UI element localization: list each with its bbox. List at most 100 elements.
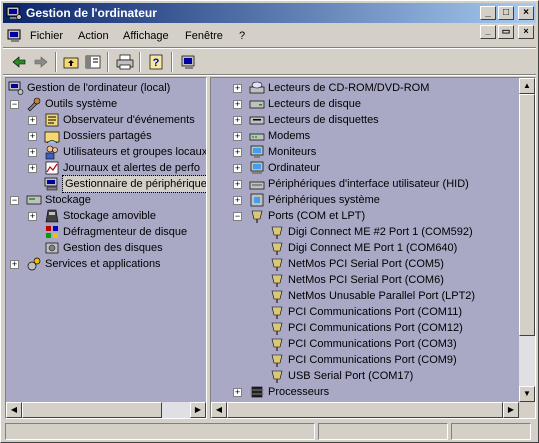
expand-icon[interactable]: +	[233, 148, 242, 157]
tree-item[interactable]: + Moniteurs	[211, 144, 535, 160]
scroll-right-button[interactable]: ▶	[503, 402, 519, 418]
mdi-restore-button[interactable]: ▭	[498, 25, 514, 39]
tree-item[interactable]: + Périphériques système	[211, 192, 535, 208]
help-icon[interactable]: ?	[147, 52, 167, 72]
tree-item[interactable]: + Services et applications	[6, 256, 206, 272]
device-tree-item-label: Ports (COM et LPT)	[268, 210, 366, 222]
left-tree-item-label: Utilisateurs et groupes locaux	[63, 146, 207, 158]
tree-item[interactable]: + Lecteurs de disque	[211, 96, 535, 112]
mdi-minimize-button[interactable]: _	[480, 25, 496, 39]
forward-icon[interactable]	[31, 52, 51, 72]
properties-icon[interactable]	[179, 52, 199, 72]
menu-help[interactable]: ?	[239, 30, 245, 42]
expand-icon[interactable]: +	[233, 100, 242, 109]
scroll-thumb[interactable]	[227, 402, 503, 418]
tree-item[interactable]: + Observateur d'événements	[6, 112, 206, 128]
tree-item[interactable]: Digi Connect ME Port 1 (COM640)	[211, 240, 535, 256]
port-icon	[271, 274, 283, 287]
scroll-right-button[interactable]: ▶	[190, 402, 206, 418]
tree-item[interactable]: + Lecteurs de CD-ROM/DVD-ROM	[211, 80, 535, 96]
tree-item[interactable]: Gestion de l'ordinateur (local)	[6, 80, 206, 96]
menu-fenetre[interactable]: Fenêtre	[185, 30, 223, 42]
right-horizontal-scrollbar[interactable]: ◀ ▶	[211, 402, 519, 418]
tree-item[interactable]: Gestion des disques	[6, 240, 206, 256]
expand-icon[interactable]: +	[233, 164, 242, 173]
tree-item[interactable]: + Stockage amovible	[6, 208, 206, 224]
expand-icon[interactable]: +	[233, 116, 242, 125]
tree-item[interactable]: NetMos PCI Serial Port (COM6)	[211, 272, 535, 288]
menu-action[interactable]: Action	[78, 30, 109, 42]
device-tree-item-label: Lecteurs de disque	[268, 98, 361, 110]
tree-item[interactable]: + Utilisateurs et groupes locaux	[6, 144, 206, 160]
show-hide-tree-icon[interactable]	[83, 52, 103, 72]
expand-icon[interactable]: +	[233, 180, 242, 189]
expand-icon[interactable]: +	[28, 116, 37, 125]
mdi-close-button[interactable]: ×	[518, 25, 534, 39]
modem-icon	[249, 133, 265, 141]
expand-icon[interactable]: +	[233, 196, 242, 205]
menu-fichier[interactable]: Fichier	[30, 30, 63, 42]
left-tree-item-label: Gestionnaire de périphérique	[62, 175, 207, 193]
scroll-thumb[interactable]	[519, 94, 535, 336]
collapse-icon[interactable]: −	[233, 212, 242, 221]
device-tree-item-label: NetMos PCI Serial Port (COM5)	[288, 258, 444, 270]
expand-icon[interactable]: +	[10, 260, 19, 269]
expand-icon[interactable]: +	[28, 164, 37, 173]
tree-item[interactable]: − Outils système	[6, 96, 206, 112]
device-manager-icon	[44, 177, 58, 191]
tree-item[interactable]: NetMos PCI Serial Port (COM5)	[211, 256, 535, 272]
close-button[interactable]: ×	[518, 6, 534, 20]
tree-item[interactable]: − Stockage	[6, 192, 206, 208]
expand-icon[interactable]: +	[233, 388, 242, 397]
expand-icon[interactable]: +	[28, 132, 37, 141]
scroll-left-button[interactable]: ◀	[6, 402, 22, 418]
expand-icon[interactable]: +	[233, 132, 242, 141]
device-tree-pane[interactable]: + Lecteurs de CD-ROM/DVD-ROM + Lecteurs de …	[210, 77, 536, 419]
tree-item[interactable]: + Processeurs	[211, 384, 535, 400]
tree-item[interactable]: + Dossiers partagés	[6, 128, 206, 144]
console-tree-pane[interactable]: Gestion de l'ordinateur (local) − Outils s…	[5, 77, 207, 419]
tree-item[interactable]: NetMos Unusable Parallel Port (LPT2)	[211, 288, 535, 304]
tree-item[interactable]: + Modems	[211, 128, 535, 144]
up-folder-icon[interactable]	[61, 52, 81, 72]
menu-affichage[interactable]: Affichage	[123, 30, 169, 42]
right-vertical-scrollbar[interactable]: ▲ ▼	[519, 78, 535, 402]
tree-item[interactable]: Défragmenteur de disque	[6, 224, 206, 240]
tree-item[interactable]: PCI Communications Port (COM12)	[211, 320, 535, 336]
floppy-icon	[249, 116, 265, 125]
expand-icon[interactable]: +	[28, 148, 37, 157]
scroll-down-button[interactable]: ▼	[519, 386, 535, 402]
tree-item[interactable]: Gestionnaire de périphérique	[6, 175, 207, 193]
tree-item[interactable]: + Lecteurs de disquettes	[211, 112, 535, 128]
scroll-thumb[interactable]	[22, 402, 162, 418]
collapse-icon[interactable]: −	[10, 196, 19, 205]
expand-icon[interactable]: +	[28, 212, 37, 221]
left-tree-item-label: Gestion des disques	[63, 242, 163, 254]
tree-item[interactable]: + Périphériques d'interface utilisateur (…	[211, 176, 535, 192]
collapse-icon[interactable]: −	[10, 100, 19, 109]
left-horizontal-scrollbar[interactable]: ◀ ▶	[6, 402, 206, 418]
tree-item[interactable]: + Ordinateur	[211, 160, 535, 176]
system-menu-icon[interactable]	[7, 28, 23, 44]
minimize-button[interactable]: _	[480, 6, 496, 20]
left-tree-item-label: Dossiers partagés	[63, 130, 152, 142]
port-icon	[271, 370, 283, 383]
print-icon[interactable]	[115, 52, 135, 72]
window-title: Gestion de l'ordinateur	[26, 6, 157, 20]
device-tree-item-label: PCI Communications Port (COM11)	[288, 306, 463, 318]
maximize-button[interactable]: □	[498, 6, 514, 20]
tree-item[interactable]: − Ports (COM et LPT)	[211, 208, 535, 224]
back-icon[interactable]	[9, 52, 29, 72]
tree-item[interactable]: USB Serial Port (COM17)	[211, 368, 535, 384]
svg-text:?: ?	[153, 57, 160, 69]
scroll-up-button[interactable]: ▲	[519, 78, 535, 94]
tree-item[interactable]: PCI Communications Port (COM3)	[211, 336, 535, 352]
scroll-left-button[interactable]: ◀	[211, 402, 227, 418]
tree-item[interactable]: + Journaux et alertes de perfo	[6, 160, 206, 176]
tree-item[interactable]: PCI Communications Port (COM9)	[211, 352, 535, 368]
toolbar-separator	[171, 52, 173, 72]
tree-item[interactable]: Digi Connect ME #2 Port 1 (COM592)	[211, 224, 535, 240]
expand-icon[interactable]: +	[233, 84, 242, 93]
title-bar[interactable]: Gestion de l'ordinateur _ □ ×	[3, 3, 536, 23]
tree-item[interactable]: PCI Communications Port (COM11)	[211, 304, 535, 320]
